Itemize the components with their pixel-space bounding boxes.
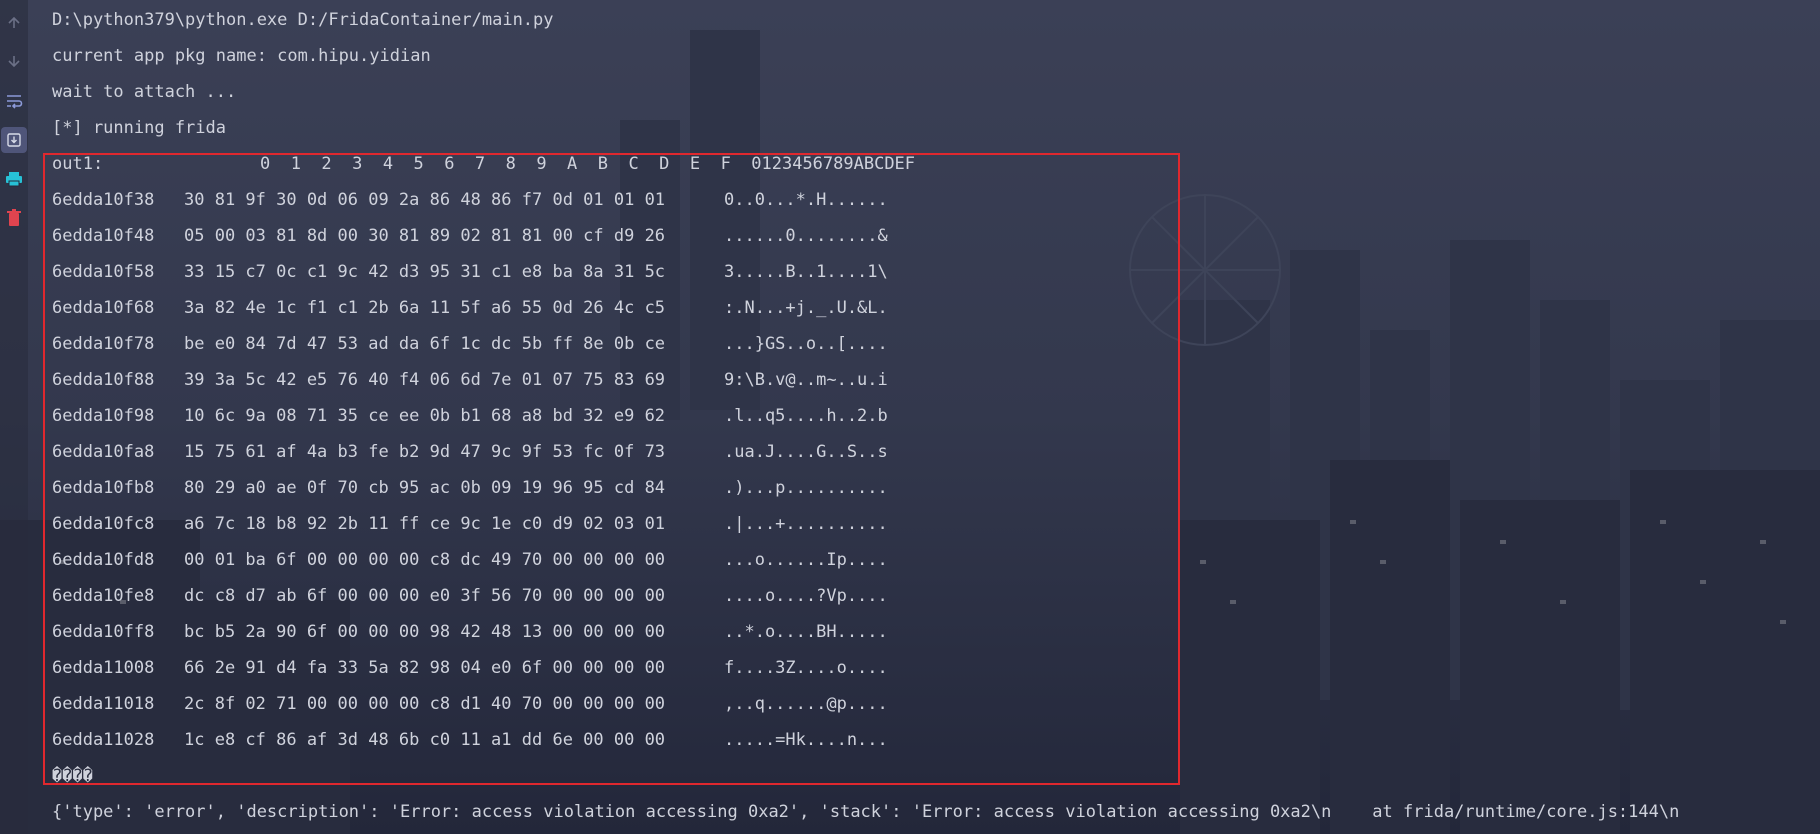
hexdump-address: 6edda10fd8 — [52, 550, 155, 570]
hexdump-address: 6edda10f58 — [52, 262, 155, 282]
hexdump-ascii: .l..q5....h..2.b — [724, 406, 888, 426]
hexdump-ascii: ......0........& — [724, 226, 888, 246]
hexdump-bytes: 80 29 a0 ae 0f 70 cb 95 ac 0b 09 19 96 9… — [184, 478, 666, 498]
hexdump-ascii: ...o......Ip.... — [724, 550, 888, 570]
hexdump-bytes: 1c e8 cf 86 af 3d 48 6b c0 11 a1 dd 6e 0… — [184, 730, 666, 750]
hexdump-address: 6edda10fa8 — [52, 442, 155, 462]
hexdump-ascii: f....3Z....o.... — [724, 658, 888, 678]
hexdump-address: 6edda10fe8 — [52, 586, 155, 606]
hexdump-address: 6edda10f98 — [52, 406, 155, 426]
hexdump-ascii: ...}GS..o..[.... — [724, 334, 888, 354]
soft-wrap-icon[interactable] — [1, 88, 27, 114]
error-message: {'type': 'error', 'description': 'Error:… — [52, 802, 1680, 822]
hexdump-ascii: 3.....B..1....1\ — [724, 262, 888, 282]
hexdump-ascii: .|...+.......... — [724, 514, 888, 534]
console-line: wait to attach ... — [52, 82, 237, 102]
hexdump-address: 6edda10fb8 — [52, 478, 155, 498]
hexdump-bytes: 3a 82 4e 1c f1 c1 2b 6a 11 5f a6 55 0d 2… — [184, 298, 666, 318]
hexdump-bytes: 05 00 03 81 8d 00 30 81 89 02 81 81 00 c… — [184, 226, 666, 246]
hexdump-bytes: 2c 8f 02 71 00 00 00 00 c8 d1 40 70 00 0… — [184, 694, 666, 714]
hexdump-bytes: 10 6c 9a 08 71 35 ce ee 0b b1 68 a8 bd 3… — [184, 406, 666, 426]
console-line: [*] running frida — [52, 118, 226, 138]
hexdump-label: out1: — [52, 154, 104, 174]
console-output[interactable]: D:\python379\python.exe D:/FridaContaine… — [52, 0, 1679, 822]
arrow-up-icon[interactable] — [1, 10, 27, 36]
hexdump-address: 6edda10f38 — [52, 190, 155, 210]
hexdump-address: 6edda10ff8 — [52, 622, 155, 642]
arrow-down-icon[interactable] — [1, 48, 27, 74]
console-toolbar — [0, 0, 28, 834]
console-line: D:\python379\python.exe D:/FridaContaine… — [52, 10, 554, 30]
hexdump-address: 6edda10f78 — [52, 334, 155, 354]
hexdump-address: 6edda11008 — [52, 658, 155, 678]
hexdump-bytes: 39 3a 5c 42 e5 76 40 f4 06 6d 7e 01 07 7… — [184, 370, 666, 390]
hexdump-ascii: 0..0...*.H...... — [724, 190, 888, 210]
hexdump-bytes: 00 01 ba 6f 00 00 00 00 c8 dc 49 70 00 0… — [184, 550, 666, 570]
hexdump-ascii: :.N...+j._.U.&L. — [724, 298, 888, 318]
hexdump-bytes: 33 15 c7 0c c1 9c 42 d3 95 31 c1 e8 ba 8… — [184, 262, 666, 282]
hexdump-bytes: 66 2e 91 d4 fa 33 5a 82 98 04 e0 6f 00 0… — [184, 658, 666, 678]
hexdump-column-header: 0 1 2 3 4 5 6 7 8 9 A B C D E F 01234567… — [260, 154, 916, 174]
print-icon[interactable] — [1, 166, 27, 192]
hexdump-ascii: ....o....?Vp.... — [724, 586, 888, 606]
garbled-text: ���� — [52, 766, 93, 786]
hexdump-bytes: 30 81 9f 30 0d 06 09 2a 86 48 86 f7 0d 0… — [184, 190, 666, 210]
hexdump-ascii: ..*.o....BH..... — [724, 622, 888, 642]
hexdump-ascii: .)...p.......... — [724, 478, 888, 498]
hexdump-ascii: .....=Hk....n... — [724, 730, 888, 750]
hexdump-bytes: be e0 84 7d 47 53 ad da 6f 1c dc 5b ff 8… — [184, 334, 666, 354]
hexdump-address: 6edda10f68 — [52, 298, 155, 318]
trash-icon[interactable] — [1, 205, 27, 231]
hexdump-ascii: ,..q......@p.... — [724, 694, 888, 714]
hexdump-address: 6edda11018 — [52, 694, 155, 714]
hexdump-address: 6edda11028 — [52, 730, 155, 750]
hexdump-bytes: dc c8 d7 ab 6f 00 00 00 e0 3f 56 70 00 0… — [184, 586, 666, 606]
hexdump-ascii: 9:\B.v@..m~..u.i — [724, 370, 888, 390]
scroll-to-end-icon[interactable] — [1, 127, 27, 153]
hexdump-address: 6edda10f88 — [52, 370, 155, 390]
console-line: current app pkg name: com.hipu.yidian — [52, 46, 431, 66]
hexdump-ascii: .ua.J....G..S..s — [724, 442, 888, 462]
hexdump-bytes: bc b5 2a 90 6f 00 00 00 98 42 48 13 00 0… — [184, 622, 666, 642]
hexdump-address: 6edda10f48 — [52, 226, 155, 246]
hexdump-bytes: 15 75 61 af 4a b3 fe b2 9d 47 9c 9f 53 f… — [184, 442, 666, 462]
hexdump-bytes: a6 7c 18 b8 92 2b 11 ff ce 9c 1e c0 d9 0… — [184, 514, 666, 534]
hexdump-address: 6edda10fc8 — [52, 514, 155, 534]
